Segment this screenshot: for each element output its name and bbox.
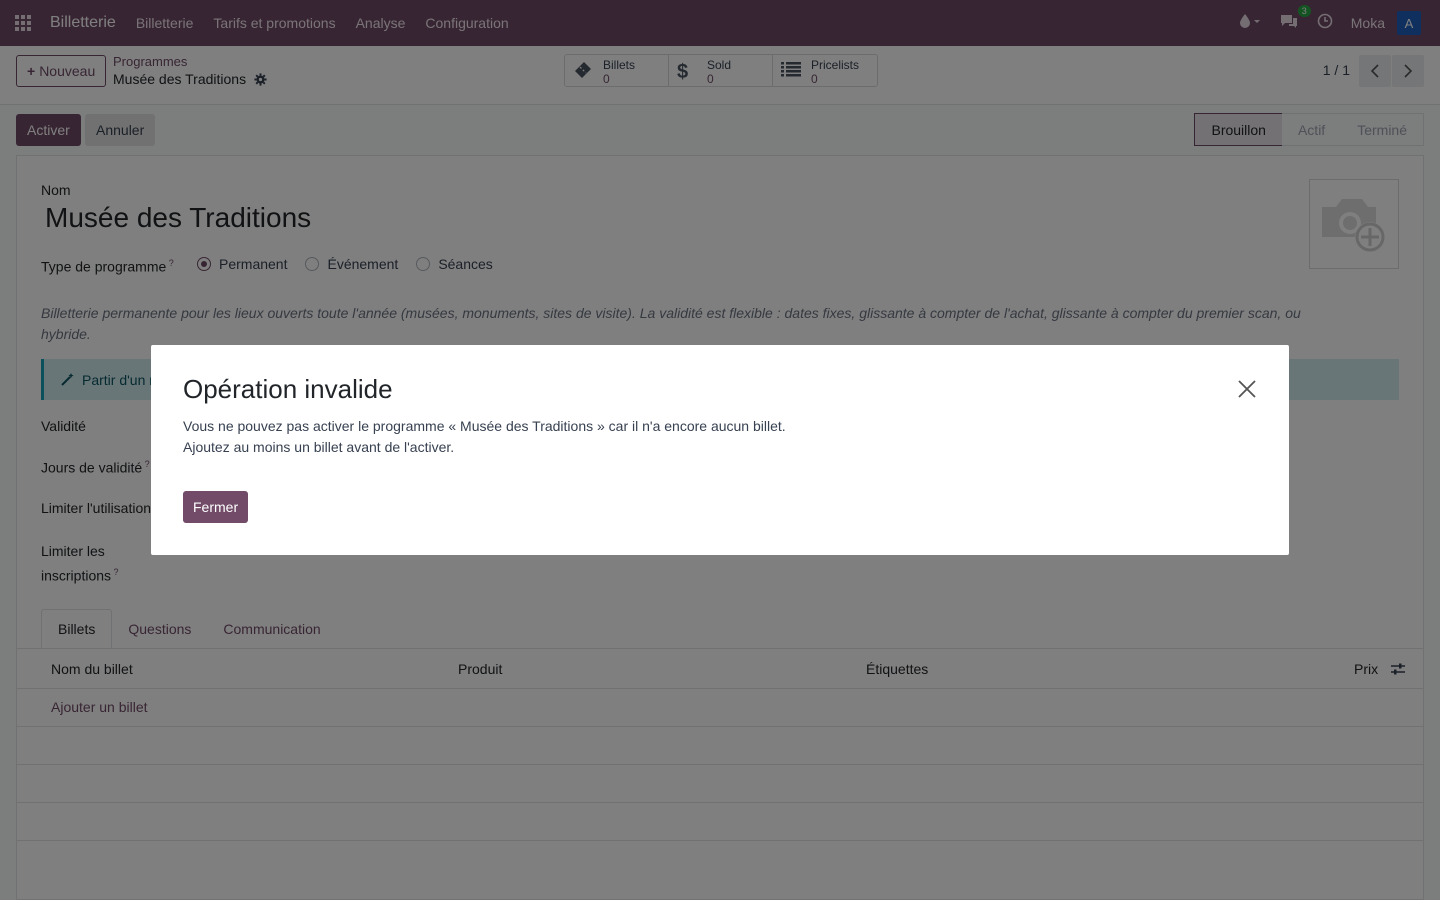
dialog-message-line1: Vous ne pouvez pas activer le programme … xyxy=(183,418,786,434)
dialog-body: Vous ne pouvez pas activer le programme … xyxy=(183,416,786,458)
close-button[interactable]: Fermer xyxy=(183,491,249,523)
close-icon[interactable] xyxy=(1235,377,1259,401)
dialog-title: Opération invalide xyxy=(183,374,393,404)
error-dialog: Opération invalide Vous ne pouvez pas ac… xyxy=(151,345,1289,555)
dialog-message-line2: Ajoutez au moins un billet avant de l'ac… xyxy=(183,439,455,455)
